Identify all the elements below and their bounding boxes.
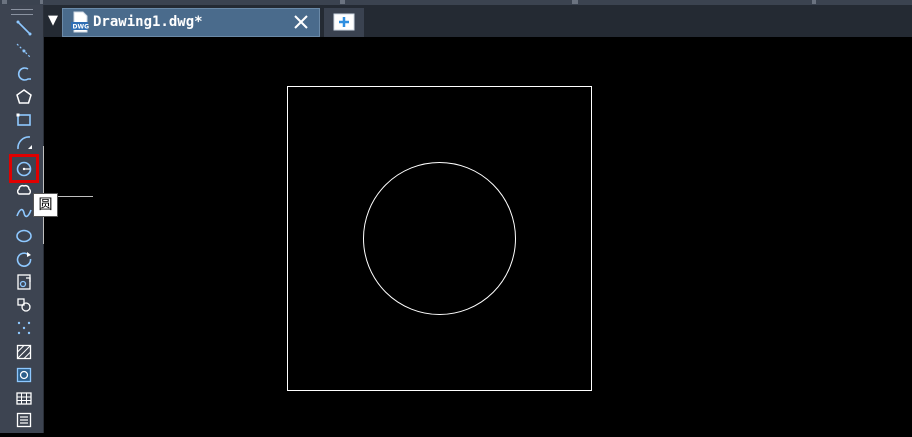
tab-drawing1[interactable]: DWG Drawing1.dwg* [62,8,320,37]
tab-title: Drawing1.dwg* [93,14,203,30]
close-icon[interactable] [291,12,311,32]
rectangle-icon[interactable] [13,109,35,131]
multiline-text-icon[interactable] [13,409,35,431]
make-block-icon[interactable] [13,294,35,316]
spline-icon[interactable] [13,202,35,224]
drawn-square [287,86,592,391]
circle-icon[interactable] [9,154,39,183]
line-icon[interactable] [13,17,35,39]
new-drawing-button[interactable] [324,8,364,37]
drawing-canvas[interactable] [44,37,912,433]
insert-block-icon[interactable] [13,271,35,293]
region-icon[interactable] [13,364,35,386]
tab-list-dropdown-icon[interactable]: ▼ [46,11,60,31]
toolbar-grip[interactable] [11,9,33,15]
polygon-icon[interactable] [13,86,35,108]
drawing-geometry [287,86,592,391]
polyline-icon[interactable] [13,63,35,85]
ellipse-icon[interactable] [13,225,35,247]
new-drawing-icon [333,13,355,31]
arc-icon[interactable] [13,132,35,154]
dwg-file-icon: DWG [71,11,90,33]
table-icon[interactable] [13,387,35,409]
document-tab-bar: ▼ DWG Drawing1.dwg* [44,5,912,37]
construction-line-icon[interactable] [13,40,35,62]
ellipse-arc-icon[interactable] [13,248,35,270]
point-icon[interactable] [13,317,35,339]
tool-tooltip: 圆 [33,193,58,217]
hatch-icon[interactable] [13,341,35,363]
crosshair-horizontal [58,196,93,197]
revision-cloud-icon[interactable] [13,179,35,201]
draw-toolbar [0,5,44,433]
drawn-circle [363,162,516,315]
svg-text:DWG: DWG [73,24,90,31]
